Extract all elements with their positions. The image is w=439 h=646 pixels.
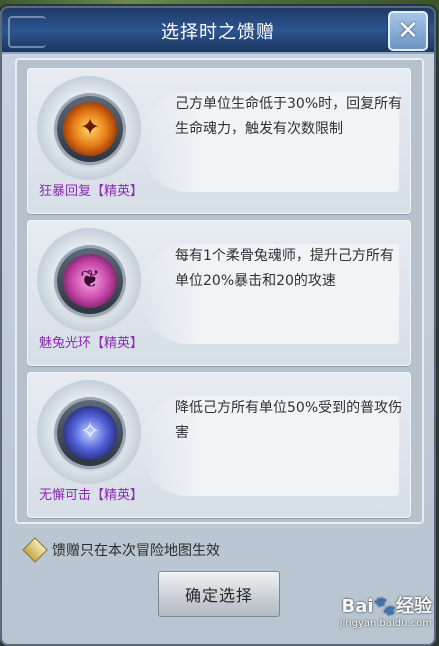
- dialog-titlebar: 选择时之馈赠 ✕: [2, 8, 434, 54]
- skill-description: 每有1个柔骨兔魂师，提升己方所有单位20%暴击和20的攻速: [175, 248, 394, 289]
- gift-note: 馈赠只在本次冒险地图生效: [52, 543, 220, 559]
- skill-name: 狂暴回复【精英】: [39, 184, 144, 199]
- watermark-url: jingyan.baidu.com: [339, 618, 432, 629]
- skill-description: 降低己方所有单位50%受到的普攻伤害: [175, 400, 403, 441]
- berserk-recovery-icon: ✦: [63, 102, 117, 156]
- skill-name: 无懈可击【精英】: [39, 488, 144, 503]
- baidu-watermark: Bai🐾经验 jingyan.baidu.com: [300, 592, 432, 629]
- options-list: ✦ 己方单位生命低于30%时，回复所有生命魂力，触发有次数限制 狂暴回复【精英】…: [15, 58, 424, 524]
- option-card-invulnerable[interactable]: ✧ 降低己方所有单位50%受到的普攻伤害 无懈可击【精英】: [27, 372, 411, 518]
- gift-selection-dialog: 选择时之馈赠 ✕ ✦ 己方单位生命低于30%时，回复所有生命魂力，触发有次数限制…: [2, 8, 434, 644]
- watermark-brand: Bai: [341, 596, 374, 617]
- option-card-berserk-recovery[interactable]: ✦ 己方单位生命低于30%时，回复所有生命魂力，触发有次数限制 狂暴回复【精英】: [27, 68, 411, 214]
- close-button[interactable]: ✕: [388, 11, 428, 51]
- skill-name: 魅兔光环【精英】: [39, 336, 144, 351]
- skill-icon-frame: ❦: [57, 248, 123, 314]
- option-card-charm-rabbit-aura[interactable]: ❦ 每有1个柔骨兔魂师，提升己方所有单位20%暴击和20的攻速 魅兔光环【精英】: [27, 220, 411, 366]
- skill-icon-frame: ✦: [57, 96, 123, 162]
- charm-rabbit-aura-icon: ❦: [63, 254, 117, 308]
- skill-description: 己方单位生命低于30%时，回复所有生命魂力，触发有次数限制: [175, 96, 403, 137]
- skill-icon-frame: ✧: [57, 400, 123, 466]
- invulnerable-icon: ✧: [63, 406, 117, 460]
- confirm-button[interactable]: 确定选择: [158, 571, 280, 617]
- watermark-brand-suffix: 经验: [396, 596, 432, 617]
- close-icon: ✕: [397, 16, 419, 46]
- dialog-title: 选择时之馈赠: [161, 22, 275, 43]
- diamond-info-icon: [22, 537, 48, 563]
